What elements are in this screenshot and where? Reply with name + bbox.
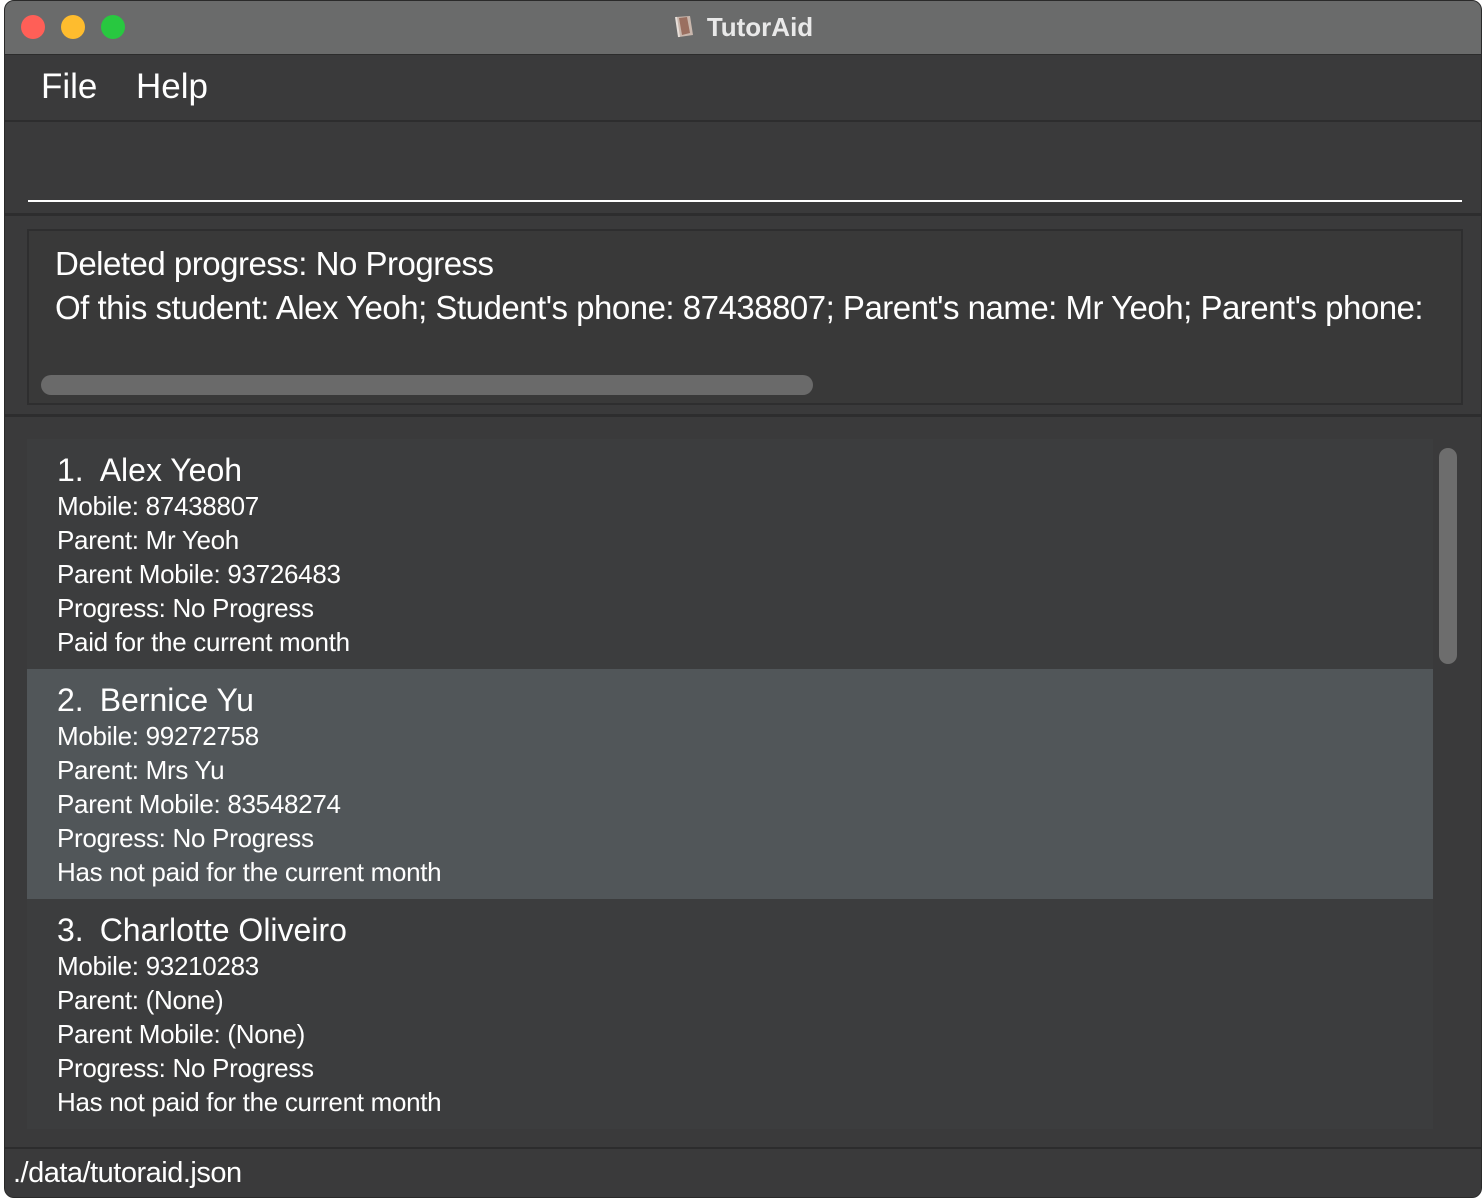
student-list-vertical-scrollbar[interactable]	[1435, 442, 1457, 1128]
command-input[interactable]	[28, 150, 1462, 202]
result-display-area: Deleted progress: No Progress Of this st…	[5, 219, 1481, 417]
student-name-row: 1. Alex Yeoh	[57, 451, 242, 489]
data-file-path: ./data/tutoraid.json	[13, 1157, 242, 1189]
menu-bar: File Help	[5, 55, 1481, 122]
student-name-row: 3. Charlotte Oliveiro	[57, 911, 347, 949]
student-payment-status: Has not paid for the current month	[57, 1087, 442, 1117]
command-box-area	[5, 122, 1481, 216]
student-card[interactable]: 1. Alex Yeoh Mobile: 87438807 Parent: Mr …	[27, 439, 1433, 669]
student-progress: Progress: No Progress	[57, 1053, 314, 1083]
student-payment-status: Has not paid for the current month	[57, 857, 442, 887]
student-mobile: Mobile: 99272758	[57, 721, 259, 751]
student-parent: Parent: Mrs Yu	[57, 755, 225, 785]
student-parent: Parent: Mr Yeoh	[57, 525, 239, 555]
result-line-1: Deleted progress: No Progress	[55, 245, 494, 282]
student-payment-status: Paid for the current month	[57, 627, 350, 657]
student-progress: Progress: No Progress	[57, 823, 314, 853]
student-parent-mobile: Parent Mobile: 83548274	[57, 789, 341, 819]
student-parent: Parent: (None)	[57, 985, 224, 1015]
student-index: 1.	[57, 452, 84, 488]
result-horizontal-scrollbar[interactable]	[41, 375, 813, 395]
student-list[interactable]: 1. Alex Yeoh Mobile: 87438807 Parent: Mr …	[5, 420, 1481, 1147]
app-icon	[673, 15, 695, 39]
student-list-scroll-thumb[interactable]	[1439, 448, 1457, 664]
menu-file[interactable]: File	[41, 67, 97, 107]
student-index: 2.	[57, 682, 84, 718]
student-card[interactable]: 2. Bernice Yu Mobile: 99272758 Parent: Mr…	[27, 669, 1433, 899]
status-bar: ./data/tutoraid.json	[5, 1147, 1481, 1197]
student-name: Bernice Yu	[99, 682, 254, 718]
student-parent-mobile: Parent Mobile: 93726483	[57, 559, 341, 589]
window-title: TutorAid	[706, 11, 814, 42]
student-mobile: Mobile: 87438807	[57, 491, 259, 521]
title-bar[interactable]: TutorAid	[5, 1, 1481, 55]
window-title-group: TutorAid	[5, 1, 1481, 53]
student-name: Alex Yeoh	[99, 452, 243, 488]
result-line-2: Of this student: Alex Yeoh; Student's ph…	[55, 289, 1424, 326]
app-window: TutorAid File Help Deleted progress: No …	[4, 0, 1482, 1198]
student-name-row: 2. Bernice Yu	[57, 681, 254, 719]
student-mobile: Mobile: 93210283	[57, 951, 259, 981]
student-progress: Progress: No Progress	[57, 593, 314, 623]
menu-help[interactable]: Help	[136, 67, 208, 107]
student-parent-mobile: Parent Mobile: (None)	[57, 1019, 306, 1049]
student-card[interactable]: 3. Charlotte Oliveiro Mobile: 93210283 Pa…	[27, 899, 1433, 1129]
result-display[interactable]: Deleted progress: No Progress Of this st…	[27, 229, 1463, 405]
student-name: Charlotte Oliveiro	[99, 912, 347, 948]
student-index: 3.	[57, 912, 84, 948]
